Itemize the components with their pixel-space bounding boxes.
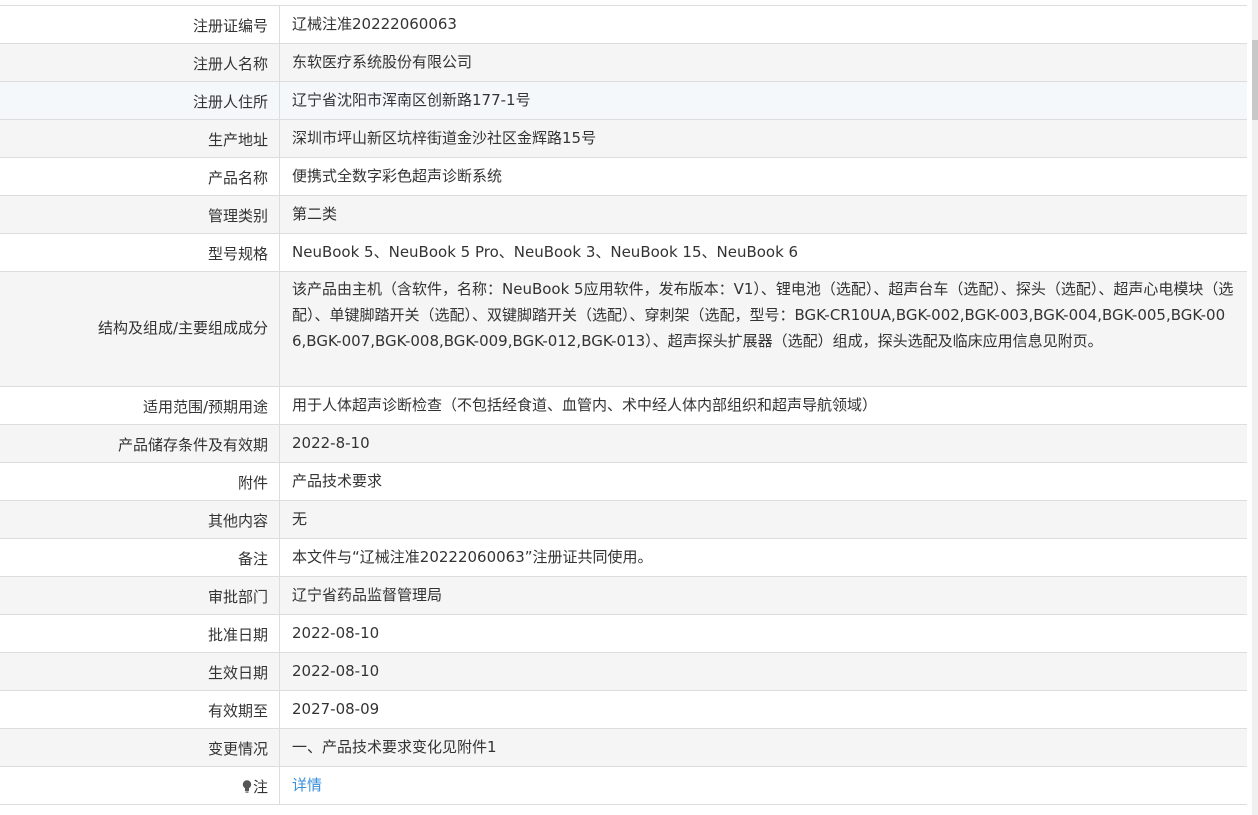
row-label: 批准日期 bbox=[0, 615, 280, 652]
row-value: 产品技术要求 bbox=[292, 472, 383, 490]
row-label: 管理类别 bbox=[0, 196, 280, 233]
table-row: 备注 本文件与“辽械注准20222060063”注册证共同使用。 bbox=[0, 539, 1247, 577]
row-label: 产品储存条件及有效期 bbox=[0, 425, 280, 462]
table-row: 生效日期 2022-08-10 bbox=[0, 653, 1247, 691]
row-value: 东软医疗系统股份有限公司 bbox=[292, 53, 473, 71]
registration-table: 注册证编号 辽械注准20222060063 注册人名称 东软医疗系统股份有限公司… bbox=[0, 5, 1247, 805]
row-value: 辽械注准20222060063 bbox=[292, 15, 457, 33]
row-value: 详情 bbox=[280, 763, 1247, 804]
row-value: 该产品由主机（含软件，名称：NeuBook 5应用软件，发布版本：V1）、锂电池… bbox=[292, 280, 1234, 350]
row-label: 备注 bbox=[0, 539, 280, 576]
row-label: 注册人名称 bbox=[0, 44, 280, 81]
scrollbar-thumb[interactable] bbox=[1252, 40, 1258, 120]
table-row: 型号规格 NeuBook 5、NeuBook 5 Pro、NeuBook 3、N… bbox=[0, 234, 1247, 272]
row-value: 2022-08-10 bbox=[292, 662, 380, 680]
row-value: 第二类 bbox=[292, 205, 338, 223]
note-label: 注 bbox=[0, 767, 280, 804]
row-label: 审批部门 bbox=[0, 577, 280, 614]
row-label: 注册人住所 bbox=[0, 82, 280, 119]
vertical-scrollbar[interactable] bbox=[1252, 0, 1258, 815]
table-row: 结构及组成/主要组成成分 该产品由主机（含软件，名称：NeuBook 5应用软件… bbox=[0, 272, 1247, 387]
details-link[interactable]: 详情 bbox=[292, 776, 322, 794]
table-row: 产品名称 便携式全数字彩色超声诊断系统 bbox=[0, 158, 1247, 196]
row-value: NeuBook 5、NeuBook 5 Pro、NeuBook 3、NeuBoo… bbox=[292, 243, 799, 261]
table-row: 注册证编号 辽械注准20222060063 bbox=[0, 6, 1247, 44]
row-label: 生产地址 bbox=[0, 120, 280, 157]
row-value: 深圳市坪山新区坑梓街道金沙社区金辉路15号 bbox=[292, 129, 597, 147]
row-label: 附件 bbox=[0, 463, 280, 500]
table-row: 其他内容 无 bbox=[0, 501, 1247, 539]
lightbulb-icon bbox=[242, 780, 252, 793]
row-value: 辽宁省药品监督管理局 bbox=[292, 586, 443, 604]
row-value: 无 bbox=[292, 510, 308, 528]
row-label: 变更情况 bbox=[0, 729, 280, 766]
row-value: 便携式全数字彩色超声诊断系统 bbox=[292, 167, 503, 185]
row-value: 用于人体超声诊断检查（不包括经食道、血管内、术中经人体内部组织和超声导航领域） bbox=[292, 396, 878, 414]
row-value: 2027-08-09 bbox=[292, 700, 380, 718]
row-label: 注册证编号 bbox=[0, 6, 280, 43]
table-row: 注 详情 bbox=[0, 767, 1247, 805]
row-label: 结构及组成/主要组成成分 bbox=[0, 272, 280, 386]
row-label: 其他内容 bbox=[0, 501, 280, 538]
table-row: 变更情况 一、产品技术要求变化见附件1 bbox=[0, 729, 1247, 767]
table-row: 注册人住所 辽宁省沈阳市浑南区创新路177-1号 bbox=[0, 82, 1247, 120]
table-row: 批准日期 2022-08-10 bbox=[0, 615, 1247, 653]
table-row: 有效期至 2027-08-09 bbox=[0, 691, 1247, 729]
row-value: 2022-8-10 bbox=[292, 434, 370, 452]
row-label: 适用范围/预期用途 bbox=[0, 387, 280, 424]
table-row: 注册人名称 东软医疗系统股份有限公司 bbox=[0, 44, 1247, 82]
table-row: 生产地址 深圳市坪山新区坑梓街道金沙社区金辉路15号 bbox=[0, 120, 1247, 158]
row-label: 注 bbox=[252, 778, 268, 796]
table-row: 审批部门 辽宁省药品监督管理局 bbox=[0, 577, 1247, 615]
row-value: 2022-08-10 bbox=[292, 624, 380, 642]
row-value: 一、产品技术要求变化见附件1 bbox=[292, 738, 497, 756]
table-row: 附件 产品技术要求 bbox=[0, 463, 1247, 501]
row-label: 生效日期 bbox=[0, 653, 280, 690]
row-label: 产品名称 bbox=[0, 158, 280, 195]
row-label: 有效期至 bbox=[0, 691, 280, 728]
row-value: 辽宁省沈阳市浑南区创新路177-1号 bbox=[292, 91, 531, 109]
table-row: 产品储存条件及有效期 2022-8-10 bbox=[0, 425, 1247, 463]
row-value: 本文件与“辽械注准20222060063”注册证共同使用。 bbox=[292, 548, 653, 566]
table-row: 适用范围/预期用途 用于人体超声诊断检查（不包括经食道、血管内、术中经人体内部组… bbox=[0, 387, 1247, 425]
table-row: 管理类别 第二类 bbox=[0, 196, 1247, 234]
row-label: 型号规格 bbox=[0, 234, 280, 271]
